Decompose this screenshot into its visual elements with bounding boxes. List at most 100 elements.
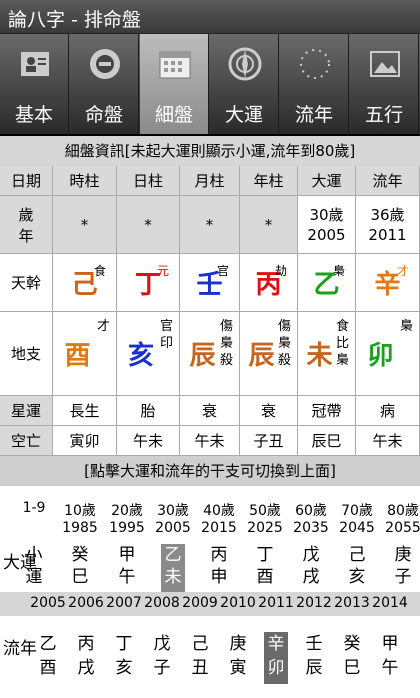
annual-pillar[interactable]: 丁亥 [112,632,136,684]
star-cell: 冠帶 [298,396,356,426]
branch-cell[interactable]: 卯梟 [356,312,420,396]
pillar-stem: 甲 [118,545,136,565]
pillar-stem: 乙 [39,634,57,654]
stem-god: 官 [216,264,229,278]
tab-1[interactable]: 命盤 [70,34,139,134]
void-cell: 子丑 [240,426,298,456]
star-cell: 衰 [240,396,298,426]
decade-year: 2025 [247,520,283,536]
info-header: 細盤資訊[未起大運則顯示小運,流年到80歲] [0,136,420,167]
branch-cell: 亥官 印 [117,312,180,396]
annual-pillar[interactable]: 辛卯 [264,632,288,684]
pillar-branch: 午 [118,567,136,587]
annual-year: 2010 [220,595,256,611]
age-cell: * [117,196,180,254]
column-header: 流年 [356,166,420,196]
pillar-branch: 巳 [343,658,361,678]
age-cell[interactable]: 36歲 2011 [356,196,420,254]
row-label: 地支 [0,312,53,396]
column-header: 大運 [298,166,356,196]
pillar-stem: 丙 [210,545,228,565]
annual-pillar[interactable]: 己丑 [188,632,212,684]
app-title: 論八字 - 排命盤 [8,9,141,31]
decade-pillar[interactable]: 戊戌 [299,544,323,592]
tab-4[interactable]: 流年 [280,34,349,134]
decade-age: 70歲 [341,503,373,519]
annual-year: 2006 [68,595,104,611]
tab-2[interactable]: 細盤 [140,34,209,134]
age-cell: * [240,196,298,254]
stem-cell: 己食 [53,254,117,312]
void-cell: 午未 [180,426,240,456]
stem-cell[interactable]: 乙梟 [298,254,356,312]
decade-year: 2055 [385,520,420,536]
annual-pillar[interactable]: 戊子 [150,632,174,684]
branch-char: 亥 [127,341,154,371]
annual-year: 2007 [106,595,142,611]
stem-god: 劫 [274,264,287,278]
branch-cell: 辰傷 梟 殺 [240,312,298,396]
decade-pillar[interactable]: 丙申 [207,544,231,592]
decade-year: 1995 [109,520,145,536]
decade-pillar[interactable]: 小運 [22,544,46,592]
annual-pillar[interactable]: 癸巳 [340,632,364,684]
decade-year: 2005 [155,520,191,536]
branch-god: 傷 梟 殺 [219,319,233,368]
void-cell: 寅卯 [53,426,117,456]
pillar-stem: 癸 [71,545,89,565]
column-header: 月柱 [180,166,240,196]
decade-age: 20歲 [111,503,143,519]
age-cell[interactable]: 30歲 2005 [298,196,356,254]
column-header: 日柱 [117,166,180,196]
decade-pillar[interactable]: 己亥 [345,544,369,592]
pillar-branch: 戌 [77,658,95,678]
decade-pillar[interactable]: 丁酉 [253,544,277,592]
tab-label: 大運 [224,104,263,126]
click-hint: [點擊大運和流年的干支可切換到上面] [0,456,420,487]
decade-pillar[interactable]: 庚子 [391,544,415,592]
annual-pillar[interactable]: 乙酉 [36,632,60,684]
decade-pillar[interactable]: 癸巳 [68,544,92,592]
annual-pillar[interactable]: 丙戌 [74,632,98,684]
stem-cell: 丁元 [117,254,180,312]
annual-pillar[interactable]: 甲午 [378,632,402,684]
tab-label: 細盤 [154,104,193,126]
row-label: 歲 年 [0,196,53,254]
stem-cell: 壬官 [180,254,240,312]
decade-age: 10歲 [64,503,96,519]
void-cell: 午未 [117,426,180,456]
annual-year: 2013 [334,595,370,611]
landscape-icon [367,46,403,82]
decade-age: 60歲 [295,503,327,519]
branch-cell[interactable]: 未食 比 梟 [298,312,356,396]
decade-age: 50歲 [249,503,281,519]
row-label: 空亡 [0,426,53,456]
pillar-branch: 午 [381,658,399,678]
decade-pillar[interactable]: 乙未 [161,544,185,592]
age-cell: * [53,196,117,254]
pillar-stem: 丙 [77,634,95,654]
tab-3[interactable]: 大運 [210,34,279,134]
branch-god: 梟 [399,319,413,334]
tab-label: 命盤 [84,104,123,126]
pillar-branch: 卯 [267,658,285,678]
pillar-branch: 酉 [39,658,57,678]
decade-year: 2045 [339,520,375,536]
row-label: 星運 [0,396,53,426]
pillar-stem: 小 [25,545,43,565]
pillar-stem: 甲 [381,634,399,654]
annual-year: 2012 [296,595,332,611]
calendar-icon [157,46,193,82]
annual-pillar[interactable]: 壬辰 [302,632,326,684]
tab-0[interactable]: 基本 [0,34,69,134]
stem-god: 梟 [332,264,345,278]
decade-age: 1-9 [22,500,46,516]
pillar-stem: 庚 [229,634,247,654]
annual-pillar[interactable]: 庚寅 [226,632,250,684]
stem-cell[interactable]: 辛才 [356,254,420,312]
pillar-stem: 己 [191,634,209,654]
stem-cell: 丙劫 [240,254,298,312]
decade-pillar[interactable]: 甲午 [115,544,139,592]
pillar-branch: 亥 [115,658,133,678]
tab-5[interactable]: 五行 [350,34,419,134]
